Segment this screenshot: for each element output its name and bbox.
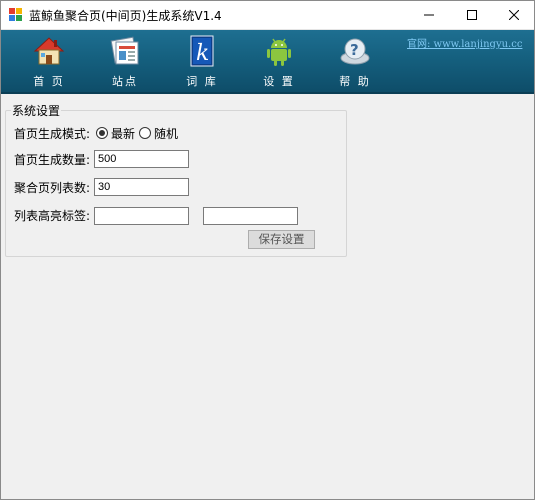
toolbar-home-label: 首 页 [33, 75, 65, 88]
main-toolbar: 首 页 站点 k 词 库 设 置 ? 帮 助 官网: www.lanjingyu… [1, 30, 534, 94]
mode-newest-label[interactable]: 最新 [111, 125, 135, 142]
toolbar-settings-label: 设 置 [263, 75, 295, 88]
toolbar-help-label: 帮 助 [339, 75, 371, 88]
maximize-icon [467, 10, 477, 20]
highlight-close-tag-input[interactable] [203, 207, 298, 225]
svg-text:k: k [196, 41, 209, 66]
close-button[interactable] [491, 1, 534, 29]
toolbar-help-button[interactable]: ? 帮 助 [325, 34, 385, 90]
mode-random-label[interactable]: 随机 [154, 125, 178, 142]
homepage-count-input[interactable]: 500 [94, 150, 189, 168]
maximize-button[interactable] [449, 1, 495, 29]
title-bar: 蓝鲸鱼聚合页(中间页)生成系统V1.4 [1, 1, 534, 30]
highlight-label: 列表高亮标签: [14, 209, 91, 223]
toolbar-dictionary-label: 词 库 [186, 75, 218, 88]
list-count-input[interactable]: 30 [94, 178, 189, 196]
minimize-button[interactable] [406, 1, 452, 29]
highlight-open-tag-input[interactable] [94, 207, 189, 225]
minimize-icon [424, 14, 434, 16]
toolbar-settings-button[interactable]: 设 置 [249, 34, 309, 90]
sites-icon [110, 36, 139, 65]
toolbar-sites-label: 站点 [112, 75, 138, 88]
list-count-label: 聚合页列表数: [14, 181, 91, 195]
mode-label: 首页生成模式: [14, 127, 91, 141]
system-settings-title: 系统设置 [11, 102, 62, 119]
home-icon [33, 37, 65, 65]
official-site-link[interactable]: 官网: www.lanjingyu.cc [407, 35, 522, 50]
toolbar-dictionary-button[interactable]: k 词 库 [172, 34, 232, 90]
app-icon [9, 8, 22, 21]
help-icon: ? [340, 38, 370, 65]
mode-newest-radio[interactable] [96, 127, 108, 139]
mode-random-radio[interactable] [139, 127, 151, 139]
app-window: 蓝鲸鱼聚合页(中间页)生成系统V1.4 首 页 站点 k 词 库 设 置 ? 帮… [0, 0, 535, 500]
svg-text:?: ? [350, 41, 359, 59]
close-icon [509, 10, 519, 20]
count-label: 首页生成数量: [14, 153, 91, 167]
dictionary-icon: k [190, 35, 214, 67]
toolbar-sites-button[interactable]: 站点 [95, 34, 155, 90]
save-settings-button[interactable]: 保存设置 [248, 230, 315, 249]
window-title: 蓝鲸鱼聚合页(中间页)生成系统V1.4 [29, 9, 222, 23]
toolbar-home-button[interactable]: 首 页 [19, 34, 79, 90]
android-icon [267, 38, 291, 66]
